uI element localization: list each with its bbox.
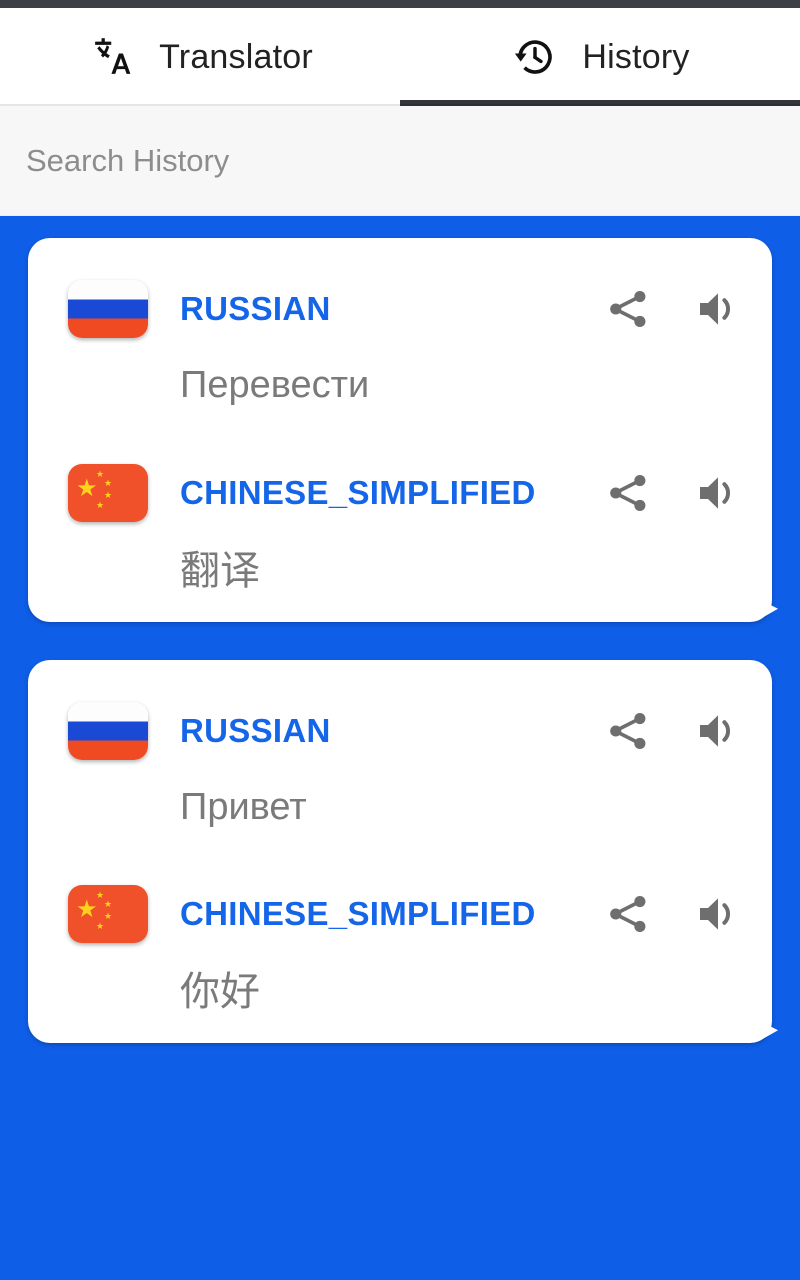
- entry-header: RUSSIAN: [68, 694, 746, 768]
- flag-star: ★: [76, 474, 98, 502]
- history-entry-source: RUSSIAN: [28, 694, 772, 832]
- history-card[interactable]: RUSSIAN: [28, 238, 772, 622]
- flag-star: ★: [104, 477, 113, 488]
- flag-star: ★: [96, 890, 105, 900]
- flag-star: ★: [104, 899, 113, 909]
- language-label: CHINESE_SIMPLIFIED: [180, 473, 536, 511]
- entry-text: 翻译: [180, 548, 260, 593]
- language-label: RUSSIAN: [180, 290, 331, 327]
- volume-up-icon[interactable]: [690, 703, 746, 759]
- tab-translator-label: Translator: [159, 37, 313, 76]
- language-label: CHINESE_SIMPLIFIED: [180, 895, 536, 932]
- share-icon[interactable]: [600, 703, 656, 759]
- entry-actions: [600, 281, 746, 337]
- flag-star: ★: [96, 468, 105, 479]
- language-label: RUSSIAN: [180, 711, 331, 749]
- history-card[interactable]: RUSSIAN: [28, 659, 772, 1043]
- flag-star: ★: [96, 499, 105, 510]
- entry-text: 你好: [180, 970, 260, 1014]
- tab-history-label: History: [582, 37, 690, 76]
- russia-flag-icon: [68, 280, 148, 338]
- history-entry-source: RUSSIAN: [28, 272, 772, 410]
- history-list: RUSSIAN Перевести ★ ★ ★ ★ ★ CHINESE_SIMP…: [0, 216, 800, 1043]
- entry-actions: [600, 886, 746, 942]
- entry-actions: [600, 703, 746, 759]
- share-icon[interactable]: [600, 281, 656, 337]
- flag-star: ★: [96, 921, 105, 931]
- history-entry-target: ★ ★ ★ ★ ★ CHINESE_SIMPLIFIED: [28, 456, 772, 596]
- share-icon[interactable]: [600, 886, 656, 942]
- translate-icon: [87, 32, 137, 82]
- china-flag-icon: ★ ★ ★ ★ ★: [68, 463, 148, 522]
- entry-text: Привет: [180, 785, 307, 828]
- history-entry-target: ★ ★ ★ ★ ★ CHINESE_SIMPLIFIED: [28, 877, 772, 1017]
- entry-header: RUSSIAN: [68, 272, 746, 346]
- tab-translator[interactable]: Translator: [0, 8, 400, 106]
- entry-header: ★ ★ ★ ★ ★ CHINESE_SIMPLIFIED: [68, 456, 746, 530]
- share-icon[interactable]: [600, 465, 656, 521]
- entry-actions: [600, 465, 746, 521]
- tab-history[interactable]: History: [400, 8, 800, 106]
- china-flag-icon: ★ ★ ★ ★ ★: [68, 885, 148, 943]
- status-bar: [0, 0, 800, 8]
- tab-bar-divider: [0, 104, 800, 106]
- volume-up-icon[interactable]: [690, 886, 746, 942]
- russia-flag-icon: [68, 701, 148, 760]
- search-history-bar[interactable]: [0, 106, 800, 216]
- history-clock-icon: [510, 32, 560, 82]
- search-input[interactable]: [26, 142, 774, 179]
- app-screen: Translator History Search History RUSSIA…: [0, 0, 800, 1280]
- flag-star: ★: [104, 911, 113, 921]
- tab-bar: Translator History: [0, 8, 800, 106]
- volume-up-icon[interactable]: [690, 281, 746, 337]
- entry-header: ★ ★ ★ ★ ★ CHINESE_SIMPLIFIED: [68, 877, 746, 951]
- flag-star: ★: [104, 489, 113, 500]
- entry-text: Перевести: [180, 364, 370, 406]
- volume-up-icon[interactable]: [690, 465, 746, 521]
- flag-star: ★: [76, 896, 98, 923]
